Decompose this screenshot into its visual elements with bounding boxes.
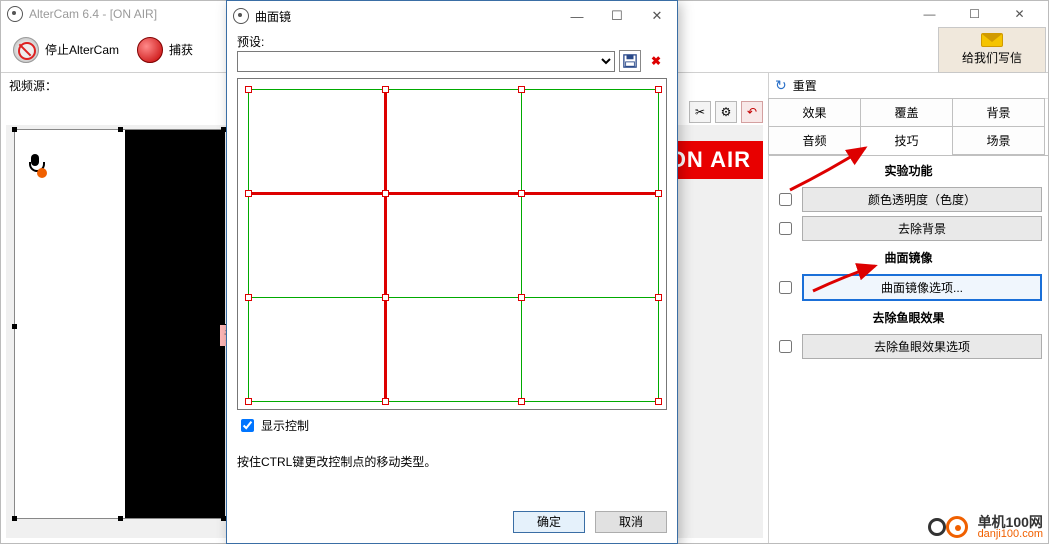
tab-tricks[interactable]: 技巧 <box>860 126 953 155</box>
tab-scene[interactable]: 场景 <box>952 126 1045 155</box>
color-transparency-button[interactable]: 颜色透明度（色度） <box>802 187 1042 212</box>
floppy-icon <box>623 54 637 68</box>
stop-altercam-button[interactable]: 停止AlterCam <box>5 32 127 68</box>
gear-icon: ⚙ <box>721 105 732 119</box>
maximize-button[interactable]: ☐ <box>952 1 997 27</box>
reset-label: 重置 <box>793 77 817 94</box>
delete-icon: ✖ <box>651 54 661 68</box>
right-panel: ↻ 重置 效果 覆盖 背景 音频 技巧 场景 实验功能 颜色透明度（色度） 去除… <box>768 73 1048 543</box>
watermark-logo-icon <box>928 516 972 540</box>
preview-settings-button[interactable]: ⚙ <box>715 101 737 123</box>
section-experimental: 实验功能 <box>769 156 1048 185</box>
preset-delete-button[interactable]: ✖ <box>645 50 667 72</box>
crop-button[interactable]: ✂ <box>689 101 711 123</box>
main-window-controls: — ☐ ✕ <box>907 1 1042 27</box>
preview-reset-button[interactable]: ↶ <box>741 101 763 123</box>
dialog-maximize-button[interactable]: ☐ <box>597 2 637 30</box>
remove-bg-button[interactable]: 去除背景 <box>802 216 1042 241</box>
curved-mirror-dialog: 曲面镜 — ☐ ✕ 预设: ✖ <box>226 0 678 544</box>
stop-label: 停止AlterCam <box>45 41 119 58</box>
dialog-minimize-button[interactable]: — <box>557 2 597 30</box>
dialog-close-button[interactable]: ✕ <box>637 2 677 30</box>
watermark-name: 单机100网 <box>978 516 1043 528</box>
capture-label: 捕获 <box>169 41 193 58</box>
minimize-button[interactable]: — <box>907 1 952 27</box>
watermark: 单机100网 danji100.com <box>928 516 1043 540</box>
preset-select[interactable] <box>237 51 615 72</box>
reset-button[interactable]: ↻ 重置 <box>769 73 1048 99</box>
tabs: 效果 覆盖 背景 音频 技巧 场景 <box>769 99 1048 156</box>
section-curved-mirror: 曲面镜像 <box>769 243 1048 272</box>
dialog-titlebar[interactable]: 曲面镜 — ☐ ✕ <box>227 1 677 31</box>
write-us-button[interactable]: 给我们写信 <box>938 27 1046 73</box>
remove-bg-checkbox[interactable] <box>779 222 792 235</box>
reset-icon: ↻ <box>775 77 787 94</box>
curved-mirror-options-button[interactable]: 曲面镜像选项... <box>802 274 1042 301</box>
dialog-buttons: 确定 取消 <box>227 505 677 543</box>
mail-icon <box>981 33 1003 47</box>
undo-icon: ↶ <box>747 105 757 119</box>
cancel-button[interactable]: 取消 <box>595 511 667 533</box>
record-icon <box>137 37 163 63</box>
preview-tools: ✂ ⚙ ↶ <box>689 101 763 123</box>
app-icon <box>7 6 23 22</box>
dialog-icon <box>233 8 249 24</box>
stop-icon <box>13 37 39 63</box>
show-controls-label: 显示控制 <box>261 417 309 434</box>
remove-fisheye-checkbox[interactable] <box>779 340 792 353</box>
dialog-body: 预设: ✖ <box>227 31 677 505</box>
crop-icon: ✂ <box>695 105 705 119</box>
capture-button[interactable]: 捕获 <box>129 32 201 68</box>
show-controls-checkbox[interactable] <box>241 419 254 432</box>
preset-label: 预设: <box>237 33 667 50</box>
tab-effects[interactable]: 效果 <box>768 98 861 127</box>
watermark-url: danji100.com <box>978 528 1043 540</box>
close-button[interactable]: ✕ <box>997 1 1042 27</box>
ok-button[interactable]: 确定 <box>513 511 585 533</box>
preset-save-button[interactable] <box>619 50 641 72</box>
control-grid[interactable] <box>237 78 667 410</box>
section-remove-fisheye: 去除鱼眼效果 <box>769 303 1048 332</box>
tab-audio[interactable]: 音频 <box>768 126 861 155</box>
dialog-hint-text: 按住CTRL键更改控制点的移动类型。 <box>237 441 667 482</box>
tab-background[interactable]: 背景 <box>952 98 1045 127</box>
curved-mirror-checkbox[interactable] <box>779 281 792 294</box>
remove-fisheye-options-button[interactable]: 去除鱼眼效果选项 <box>802 334 1042 359</box>
write-us-label: 给我们写信 <box>962 49 1022 66</box>
dialog-title: 曲面镜 <box>255 8 557 25</box>
video-preview[interactable] <box>14 129 224 519</box>
color-transparency-checkbox[interactable] <box>779 193 792 206</box>
show-controls-checkbox-row[interactable]: 显示控制 <box>237 410 667 441</box>
tab-overlay[interactable]: 覆盖 <box>860 98 953 127</box>
